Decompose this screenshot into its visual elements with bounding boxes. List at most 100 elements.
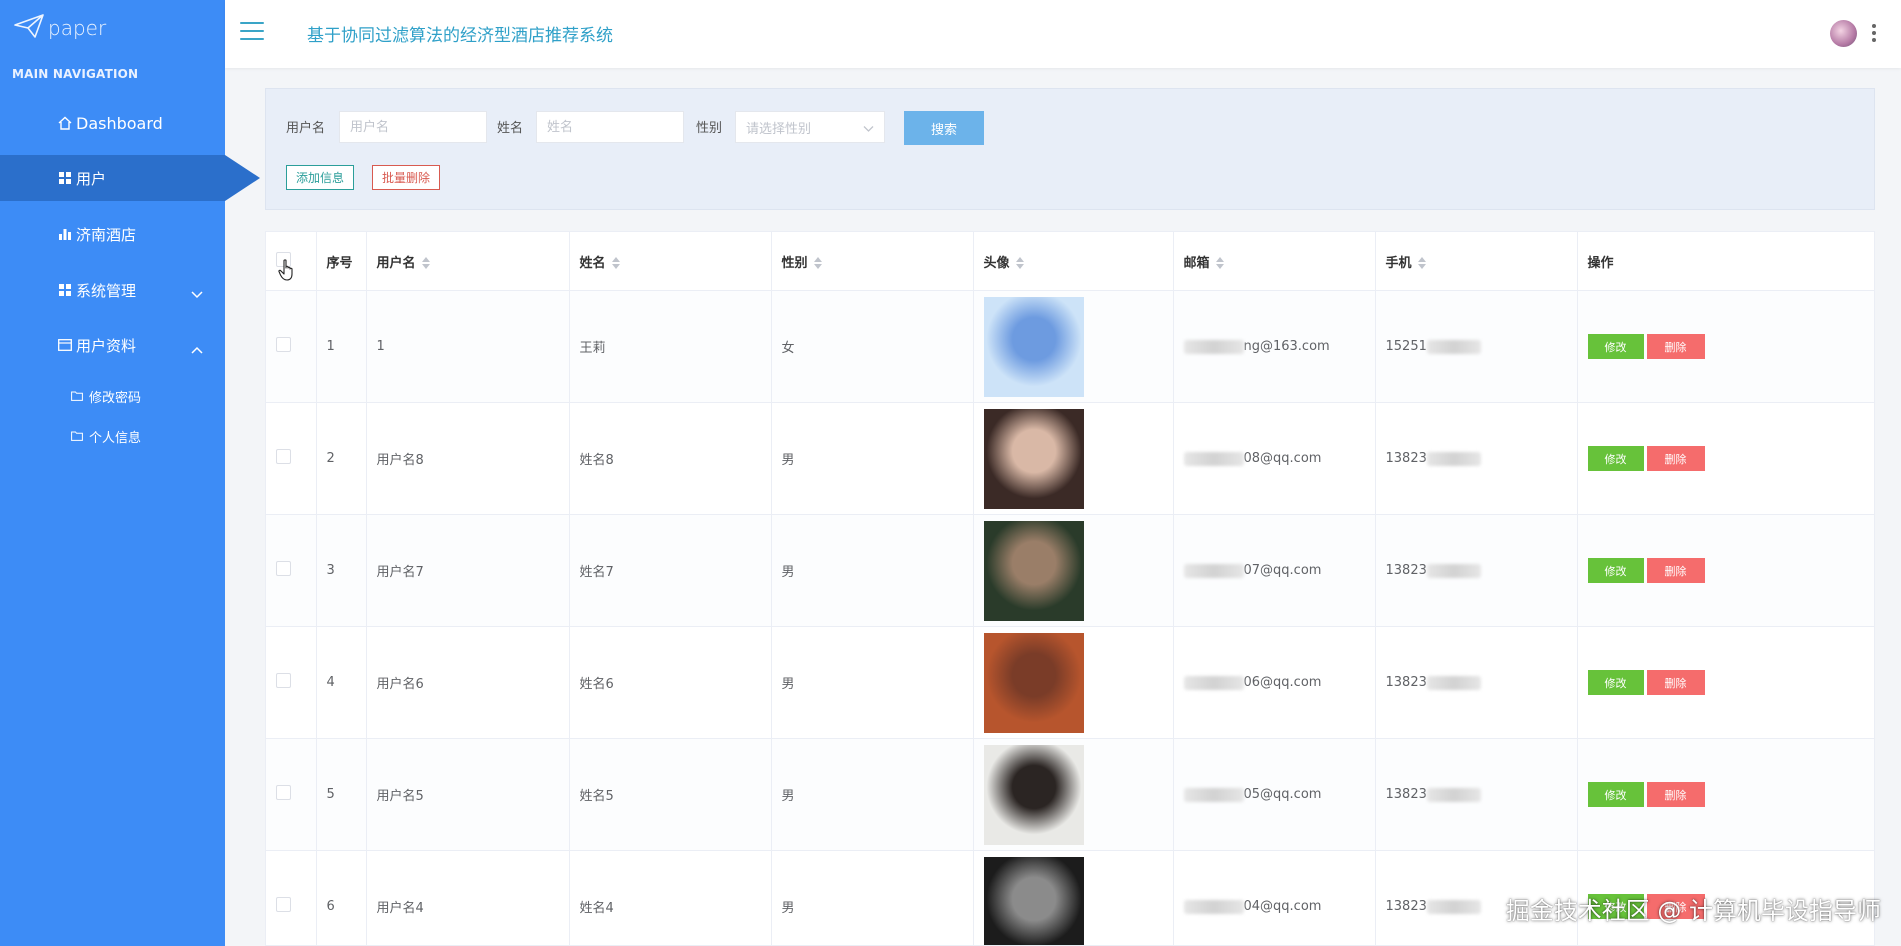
username-label: 用户名 bbox=[286, 121, 326, 136]
edit-button[interactable]: 修改 bbox=[1587, 558, 1644, 583]
table-row: 5 用户名5 姓名5 男 05@qq.com 13823 修改 删除 bbox=[266, 738, 1874, 851]
brand-logo[interactable]: paper bbox=[14, 14, 106, 42]
sidebar-item-label: 用户资料 bbox=[76, 336, 137, 355]
sort-icon[interactable] bbox=[611, 257, 620, 269]
avatar-image[interactable] bbox=[983, 632, 1084, 733]
column-header[interactable]: 头像 bbox=[973, 232, 1174, 291]
sort-icon[interactable] bbox=[421, 257, 430, 269]
phone-text: 13823 bbox=[1385, 563, 1427, 578]
sidebar-item-profile[interactable]: 用户资料 bbox=[0, 322, 225, 368]
redacted-blur bbox=[1183, 787, 1244, 802]
phone-text: 13823 bbox=[1385, 899, 1427, 914]
username-search-input[interactable] bbox=[339, 111, 487, 143]
phone-cell: 13823 bbox=[1375, 402, 1578, 515]
watermark-text: 掘金技术社区 @ 计算机毕设指导师 bbox=[1505, 897, 1881, 925]
column-header: 操作 bbox=[1577, 232, 1874, 291]
redacted-blur bbox=[1426, 451, 1481, 466]
redacted-blur bbox=[1426, 563, 1481, 578]
index-cell: 6 bbox=[316, 850, 367, 945]
delete-button[interactable]: 删除 bbox=[1646, 670, 1705, 695]
delete-button[interactable]: 删除 bbox=[1646, 782, 1705, 807]
name-label: 姓名 bbox=[497, 121, 524, 136]
menu-toggle-icon[interactable] bbox=[240, 22, 264, 42]
gender-cell: 男 bbox=[771, 626, 974, 739]
sort-icon[interactable] bbox=[1417, 257, 1426, 269]
paper-plane-icon bbox=[14, 14, 44, 42]
avatar-image[interactable] bbox=[983, 520, 1084, 621]
avatar-image[interactable] bbox=[983, 296, 1084, 397]
row-checkbox[interactable] bbox=[276, 561, 291, 576]
sidebar-subitem-personal-info[interactable]: 个人信息 bbox=[0, 421, 225, 451]
add-info-button[interactable]: 添加信息 bbox=[286, 165, 355, 190]
avatar-cell bbox=[973, 850, 1174, 945]
row-select-cell bbox=[266, 850, 317, 945]
phone-text: 13823 bbox=[1385, 451, 1427, 466]
delete-button[interactable]: 删除 bbox=[1646, 446, 1705, 471]
name-search-input[interactable] bbox=[536, 111, 684, 143]
user-avatar[interactable] bbox=[1830, 20, 1857, 47]
name-cell: 姓名7 bbox=[569, 514, 772, 627]
row-checkbox[interactable] bbox=[276, 337, 291, 352]
gender-select-placeholder: 请选择性别 bbox=[746, 121, 812, 137]
avatar-image[interactable] bbox=[983, 408, 1084, 509]
avatar-image[interactable] bbox=[983, 744, 1084, 845]
name-cell: 姓名6 bbox=[569, 626, 772, 739]
gender-select[interactable]: 请选择性别 bbox=[735, 111, 885, 143]
phone-text: 15251 bbox=[1385, 339, 1427, 354]
phone-text: 13823 bbox=[1385, 675, 1427, 690]
row-select-cell bbox=[266, 738, 317, 851]
column-header[interactable]: 性别 bbox=[771, 232, 974, 291]
actions-cell: 修改 删除 bbox=[1577, 402, 1874, 515]
name-cell: 王莉 bbox=[569, 290, 772, 403]
actions-cell: 修改 删除 bbox=[1577, 514, 1874, 627]
sidebar-subitem-change-password[interactable]: 修改密码 bbox=[0, 381, 225, 411]
sidebar-item-users[interactable]: 用户 bbox=[0, 155, 260, 201]
row-checkbox[interactable] bbox=[276, 897, 291, 912]
email-cell: 06@qq.com bbox=[1173, 626, 1376, 739]
avatar-cell bbox=[973, 290, 1174, 403]
row-checkbox[interactable] bbox=[276, 449, 291, 464]
column-header: 序号 bbox=[316, 232, 367, 291]
username-cell: 用户名8 bbox=[366, 402, 570, 515]
row-checkbox[interactable] bbox=[276, 785, 291, 800]
hand-cursor-icon bbox=[278, 259, 296, 285]
delete-button[interactable]: 删除 bbox=[1646, 334, 1705, 359]
column-header[interactable]: 邮箱 bbox=[1173, 232, 1376, 291]
row-checkbox[interactable] bbox=[276, 673, 291, 688]
gender-label: 性别 bbox=[696, 121, 723, 136]
delete-button[interactable]: 删除 bbox=[1646, 558, 1705, 583]
edit-button[interactable]: 修改 bbox=[1587, 334, 1644, 359]
more-vertical-icon[interactable] bbox=[1872, 24, 1876, 45]
grid-icon bbox=[58, 283, 72, 297]
brand-name: paper bbox=[48, 16, 107, 40]
sidebar-item-dashboard[interactable]: Dashboard bbox=[0, 100, 225, 146]
edit-button[interactable]: 修改 bbox=[1587, 670, 1644, 695]
avatar-cell bbox=[973, 402, 1174, 515]
column-header[interactable]: 手机 bbox=[1375, 232, 1578, 291]
index-cell: 1 bbox=[316, 290, 367, 403]
sort-icon[interactable] bbox=[1015, 257, 1024, 269]
edit-button[interactable]: 修改 bbox=[1587, 446, 1644, 471]
avatar-image[interactable] bbox=[983, 856, 1084, 945]
search-panel: 用户名 姓名 性别 请选择性别 搜索 添加信息 批量删除 bbox=[265, 88, 1875, 210]
column-header[interactable]: 用户名 bbox=[366, 232, 570, 291]
edit-button[interactable]: 修改 bbox=[1587, 782, 1644, 807]
table-row: 1 1 王莉女 ng@163.com 15251 修改 删除 bbox=[266, 290, 1874, 403]
sidebar-subitem-label: 个人信息 bbox=[89, 430, 142, 446]
sidebar-item-hotels[interactable]: 济南酒店 bbox=[0, 211, 225, 257]
avatar-cell bbox=[973, 514, 1174, 627]
phone-cell: 15251 bbox=[1375, 290, 1578, 403]
search-button[interactable]: 搜索 bbox=[904, 111, 984, 145]
index-cell: 2 bbox=[316, 402, 367, 515]
phone-text: 13823 bbox=[1385, 787, 1427, 802]
sidebar-item-system[interactable]: 系统管理 bbox=[0, 267, 225, 313]
redacted-blur bbox=[1183, 339, 1244, 354]
index-cell: 5 bbox=[316, 738, 367, 851]
nav-caption: MAIN NAVIGATION bbox=[12, 67, 139, 81]
column-header[interactable]: 姓名 bbox=[569, 232, 772, 291]
sort-icon[interactable] bbox=[813, 257, 822, 269]
sort-icon[interactable] bbox=[1215, 257, 1224, 269]
batch-delete-button[interactable]: 批量删除 bbox=[372, 165, 441, 190]
redacted-blur bbox=[1426, 899, 1481, 914]
email-cell: 08@qq.com bbox=[1173, 402, 1376, 515]
